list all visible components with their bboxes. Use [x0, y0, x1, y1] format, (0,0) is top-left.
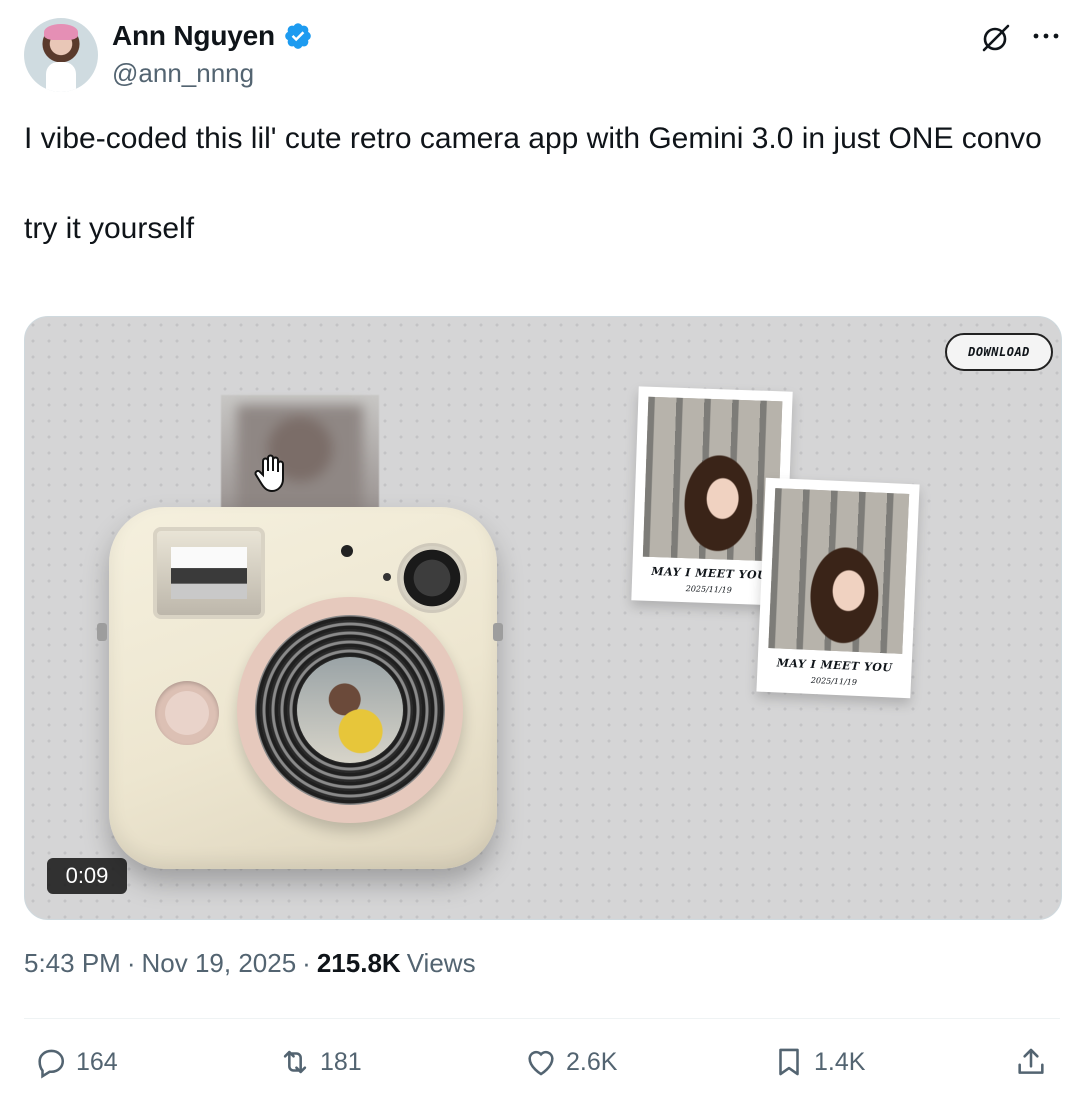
verified-badge-icon	[285, 23, 311, 49]
repost-icon	[283, 1050, 307, 1074]
retro-camera	[109, 507, 497, 869]
reply-button[interactable]: 164	[34, 1036, 118, 1088]
tweet-header: Ann Nguyen @ann_nnng	[24, 18, 1060, 94]
camera-lens	[237, 597, 463, 823]
repost-button[interactable]: 181	[278, 1036, 362, 1088]
camera-strap-knob-left	[97, 623, 107, 641]
tweet-meta: 5:43 PM · Nov 19, 2025 · 215.8K Views	[24, 948, 476, 979]
reply-count: 164	[76, 1047, 118, 1076]
meta-separator: ·	[126, 948, 136, 978]
bookmark-count: 1.4K	[814, 1047, 866, 1076]
camera-shutter-button	[155, 681, 219, 745]
polaroid-caption: MAY I MEET YOU	[776, 656, 893, 675]
camera-viewfinder	[153, 527, 265, 619]
views-label: Views	[406, 948, 476, 978]
action-bar: 164 181 2.6K 1.4K	[24, 1036, 1060, 1088]
like-count: 2.6K	[566, 1047, 618, 1076]
divider	[24, 1018, 1060, 1019]
bookmark-button[interactable]: 1.4K	[772, 1036, 865, 1088]
polaroid-image	[642, 396, 783, 562]
meta-separator: ·	[302, 948, 311, 978]
download-button[interactable]: DOWNLOAD	[945, 333, 1053, 371]
repost-count: 181	[320, 1047, 362, 1076]
author-name-row: Ann Nguyen	[112, 20, 313, 52]
camera-sensor-dot	[341, 545, 353, 557]
views-count: 215.8K	[316, 948, 401, 978]
camera-indicator-dot	[383, 573, 391, 581]
more-options-icon[interactable]	[1032, 28, 1060, 44]
video-player[interactable]: MAY I MEET YOU 2025/11/19 MAY I MEET YOU…	[24, 316, 1062, 920]
video-timestamp: 0:09	[47, 858, 127, 894]
camera-small-lens	[397, 543, 467, 613]
like-button[interactable]: 2.6K	[524, 1036, 617, 1088]
share-icon	[1018, 1048, 1044, 1074]
polaroid-photo: MAY I MEET YOU 2025/11/19	[756, 477, 920, 699]
reply-icon	[38, 1049, 65, 1079]
heart-icon	[528, 1050, 554, 1076]
author-name[interactable]: Ann Nguyen	[112, 20, 275, 52]
tweet-text: I vibe-coded this lil' cute retro camera…	[24, 122, 1042, 245]
post-date[interactable]: Nov 19, 2025	[142, 948, 297, 979]
share-button[interactable]	[1014, 1036, 1048, 1088]
avatar[interactable]	[24, 18, 98, 92]
camera-strap-knob-right	[493, 623, 503, 641]
lens-preview	[297, 657, 403, 763]
polaroid-date: 2025/11/19	[810, 675, 858, 687]
polaroid-image	[768, 488, 910, 654]
post-time[interactable]: 5:43 PM	[24, 948, 121, 979]
hand-cursor-icon	[254, 454, 284, 493]
author-handle[interactable]: @ann_nnng	[112, 58, 254, 89]
bookmark-icon	[779, 1048, 799, 1076]
grok-icon[interactable]	[980, 22, 1012, 54]
printed-photo	[221, 395, 379, 515]
